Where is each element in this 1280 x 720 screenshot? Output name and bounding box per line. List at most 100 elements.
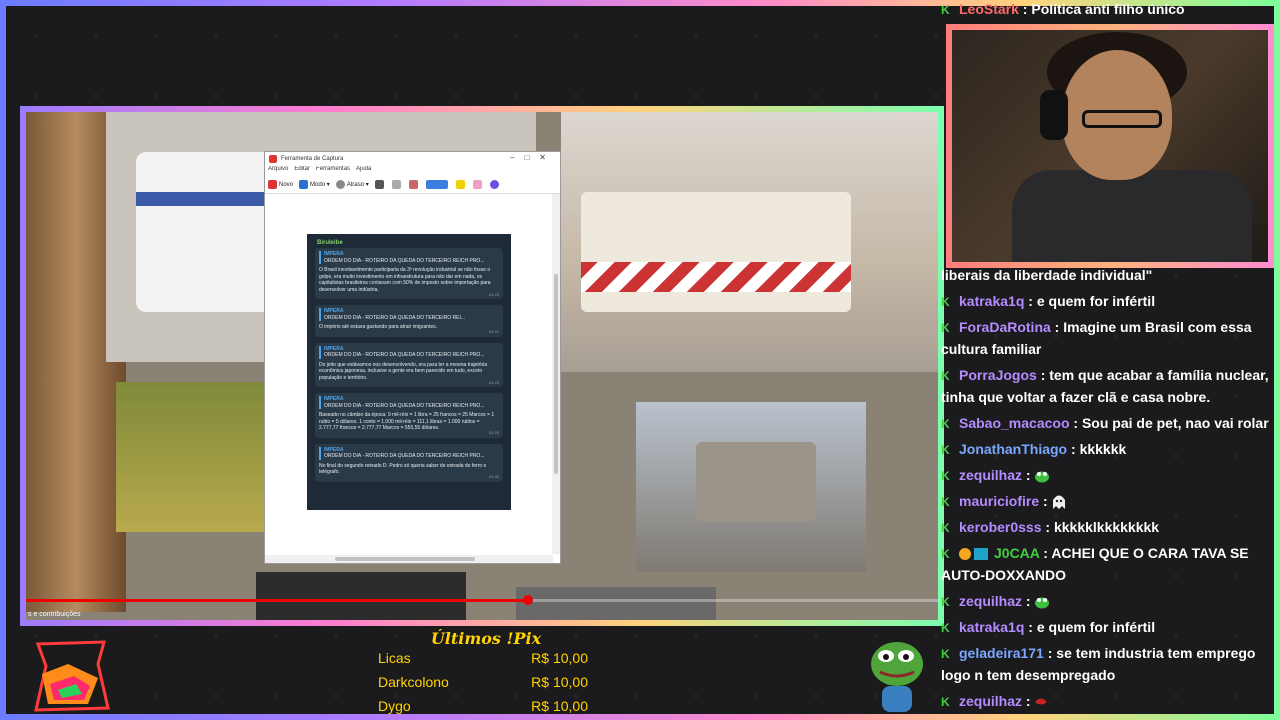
tg-message: IMPERA ORDEM DO DIA - ROTEIRO DA QUEDA DO… [315, 248, 503, 299]
sub-badge-icon [959, 548, 971, 561]
chat-text: kkkkkk [1079, 441, 1127, 457]
paint3d-icon[interactable] [489, 180, 499, 189]
k-badge-icon: K [941, 521, 950, 535]
chat-text: kkkkklkkkkkkkk [1053, 519, 1160, 535]
chat-username[interactable]: zequilhaz [959, 693, 1022, 709]
mode-button[interactable]: Modo ▾ [299, 180, 330, 189]
chat-message: K PorraJogos : tem que acabar a família n… [941, 364, 1269, 386]
pen-icon[interactable] [425, 180, 448, 189]
chat-username[interactable]: zequilhaz [959, 467, 1022, 483]
tg-message-text: No final do segundo reinado D. Pedro só … [319, 462, 487, 476]
chat-separator: : [1018, 1, 1032, 17]
chat-text: cultura familiar [941, 341, 1042, 357]
tg-timestamp: 01:23 [488, 379, 499, 385]
chat-username[interactable]: kerober0sss [959, 519, 1042, 535]
scroll-thumb[interactable] [335, 557, 475, 561]
copy-icon[interactable] [391, 180, 401, 189]
chat-text: tinha que voltar a fazer clã e casa nobr… [941, 389, 1211, 405]
pix-amount: R$ 10,00 [531, 674, 588, 690]
photo-utility-truck [561, 112, 938, 372]
menu-ajuda[interactable]: Ajuda [356, 166, 371, 176]
tg-quote-text: ORDEM DO DIA - ROTEIRO DA QUEDA DO TERCE… [324, 352, 485, 358]
menu-ferramentas[interactable]: Ferramentas [316, 166, 350, 176]
scissors-icon [269, 155, 277, 163]
video-seek-bar[interactable] [26, 595, 938, 605]
delay-button[interactable]: Atraso ▾ [335, 180, 369, 189]
chat-text: AUTO-DOXXANDO [941, 567, 1066, 583]
chat-message-continuation: cultura familiar [941, 338, 1269, 360]
tg-quote-text: ORDEM DO DIA - ROTEIRO DA QUEDA DO TERCE… [324, 453, 485, 459]
snip-horizontal-scrollbar[interactable] [265, 555, 553, 563]
tg-message-text: O Brasil inevitavelmente participaria da… [319, 267, 491, 293]
snip-titlebar[interactable]: Ferramenta de Captura –□✕ [265, 152, 560, 166]
menu-editar[interactable]: Editar [294, 166, 310, 176]
tg-message: IMPERA ORDEM DO DIA - ROTEIRO DA QUEDA DO… [315, 393, 503, 438]
pix-amount: R$ 10,00 [531, 698, 588, 714]
truck-shape [581, 192, 851, 312]
tg-reply-quote: IMPERA ORDEM DO DIA - ROTEIRO DA QUEDA DO… [319, 345, 499, 359]
chat-username[interactable]: mauriciofire [959, 493, 1039, 509]
chat-username[interactable]: katraka1q [959, 619, 1024, 635]
k-badge-icon: K [941, 417, 950, 431]
tg-message: IMPERA ORDEM DO DIA - ROTEIRO DA QUEDA DO… [315, 342, 503, 387]
frog-emote-icon [1035, 471, 1050, 483]
chat-separator: : [1067, 441, 1080, 457]
video-caption: s e contribuições [28, 611, 81, 618]
snip-vertical-scrollbar[interactable] [552, 194, 560, 554]
chat-username[interactable]: ForaDaRotina [959, 319, 1051, 335]
chat-text: Sou pai de pet, nao vai rolar [1081, 415, 1269, 431]
chat-username[interactable]: JonathanThiago [959, 441, 1067, 457]
chat-message: Kzequilhaz : [941, 690, 1269, 712]
menu-arquivo[interactable]: Arquivo [268, 166, 288, 176]
new-button[interactable]: Novo [268, 180, 293, 189]
send-icon[interactable] [408, 180, 418, 189]
chat-username[interactable]: Sabao_macacoo [959, 415, 1070, 431]
chat-separator: : [1039, 545, 1052, 561]
photo-grey-strip [516, 587, 716, 620]
chat-username[interactable]: LeoStark [959, 1, 1019, 17]
delay-label: Atraso [346, 182, 365, 189]
chat-username[interactable]: zequilhaz [959, 593, 1022, 609]
chat-message: Kkatraka1q : e quem for infértil [941, 290, 1269, 312]
photo-dark-strip [256, 572, 466, 620]
photo-sedan [116, 382, 276, 532]
pepe-frog-icon [871, 642, 923, 712]
k-badge-icon: K [941, 495, 950, 509]
chat-username[interactable]: PorraJogos [959, 367, 1037, 383]
snip-menubar: Arquivo Editar Ferramentas Ajuda [265, 166, 560, 176]
chat-message: K J0CAA : ACHEI QUE O CARA TAVA SE [941, 542, 1269, 564]
chat-separator: : [1050, 319, 1064, 335]
chat-text: se tem industria tem emprego [1056, 645, 1256, 661]
video-player[interactable]: Ferramenta de Captura –□✕ Arquivo Editar… [26, 112, 938, 620]
mouth-emote-icon [1035, 698, 1048, 705]
snipping-tool-window[interactable]: Ferramenta de Captura –□✕ Arquivo Editar… [264, 151, 561, 564]
chat-username[interactable]: J0CAA [994, 545, 1039, 561]
vip-badge-icon [974, 548, 988, 561]
chat-text: e quem for infértil [1036, 619, 1156, 635]
scroll-thumb[interactable] [554, 274, 558, 474]
k-badge-icon: K [941, 547, 950, 561]
tg-message-text: Do jeito que estávamos nos desenvolvendo… [319, 361, 488, 381]
save-icon[interactable] [374, 180, 384, 189]
new-snip-icon [268, 180, 277, 189]
snip-toolbar: Novo Modo ▾ Atraso ▾ [265, 176, 560, 194]
chat-separator: : [1024, 619, 1037, 635]
clock-icon [335, 180, 345, 189]
chat-message: K LeoStark : Política anti filho único [941, 0, 1269, 20]
tg-reply-quote: IMPERA ORDEM DO DIA - ROTEIRO DA QUEDA DO… [319, 251, 499, 264]
seek-handle[interactable] [522, 595, 533, 605]
chat-username[interactable]: geladeira171 [959, 645, 1044, 661]
pix-donor: Licas [378, 650, 411, 666]
chat-message: Kzequilhaz : [941, 590, 1269, 612]
highlighter-icon[interactable] [455, 180, 465, 189]
window-controls[interactable]: –□✕ [510, 153, 556, 162]
k-badge-icon: K [941, 369, 950, 383]
eraser-icon[interactable] [472, 180, 482, 189]
chat-message-continuation: logo n tem desempregado [941, 664, 1269, 686]
chat-message-continuation: AUTO-DOXXANDO [941, 564, 1269, 586]
chat-text: liberais da liberdade individual" [941, 267, 1153, 283]
chat-text: ACHEI QUE O CARA TAVA SE [1051, 545, 1249, 561]
chat-text: e quem for infértil [1036, 293, 1156, 309]
chat-separator: : [1043, 645, 1057, 661]
chat-username[interactable]: katraka1q [959, 293, 1024, 309]
